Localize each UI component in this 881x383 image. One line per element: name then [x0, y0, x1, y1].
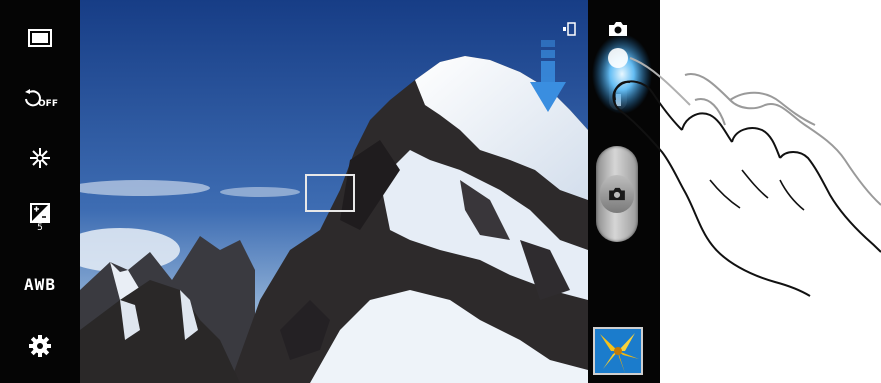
- exposure-value: 5: [37, 223, 43, 233]
- timer-badge: OFF: [38, 99, 58, 109]
- hand-gesture-illustration: [612, 57, 881, 297]
- frame-icon: [28, 29, 52, 47]
- exposure-button[interactable]: 5: [15, 198, 65, 238]
- white-balance-button[interactable]: AWB: [15, 264, 65, 304]
- camera-screen: OFF 5 AWB: [0, 0, 660, 383]
- focus-frame[interactable]: [305, 174, 355, 212]
- awb-icon: AWB: [24, 274, 56, 294]
- arrow-down-icon: [530, 40, 566, 112]
- gear-icon: [29, 335, 51, 357]
- shooting-mode-button[interactable]: [15, 18, 65, 58]
- left-toolbar: OFF 5 AWB: [0, 0, 80, 383]
- gallery-thumbnail[interactable]: [593, 327, 643, 375]
- flower-thumbnail-image: [595, 329, 641, 373]
- timer-button[interactable]: OFF: [15, 78, 65, 118]
- settings-button[interactable]: [15, 326, 65, 366]
- sparkle-icon: [30, 148, 50, 168]
- exposure-icon: [30, 203, 50, 223]
- phone-storage-icon: [563, 22, 576, 36]
- effects-button[interactable]: [15, 138, 65, 178]
